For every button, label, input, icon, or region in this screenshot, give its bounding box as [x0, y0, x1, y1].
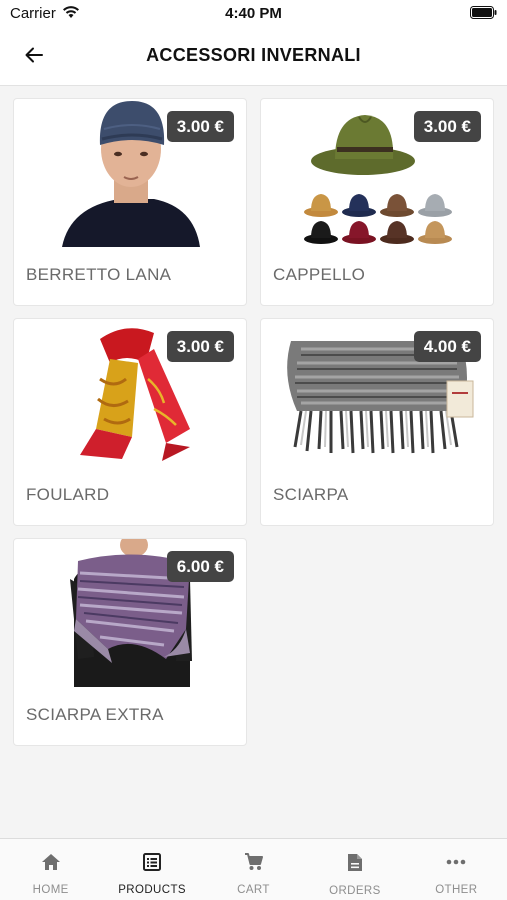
bottom-tab-bar: HOME PRODUCTS CART ORDERS OTHER [0, 838, 507, 900]
price-badge: 3.00 € [166, 331, 234, 362]
price-badge: 6.00 € [166, 551, 234, 582]
status-bar: Carrier 4:40 PM [0, 0, 507, 28]
tab-label: PRODUCTS [118, 884, 186, 896]
cart-icon [244, 853, 264, 876]
product-name: BERRETTO LANA [26, 265, 172, 284]
product-card[interactable]: 3.00 € BERRETTO LANA [13, 98, 247, 306]
product-name: SCIARPA [273, 485, 349, 504]
list-icon [143, 853, 162, 876]
page-title: ACCESSORI INVERNALI [146, 45, 361, 65]
product-name: CAPPELLO [273, 265, 366, 284]
home-icon [41, 853, 61, 876]
tab-home[interactable]: HOME [0, 839, 101, 900]
tab-label: ORDERS [329, 885, 381, 897]
product-name: FOULARD [26, 485, 110, 504]
tab-orders[interactable]: ORDERS [304, 839, 405, 900]
product-card[interactable]: 3.00 € FOULARD [13, 318, 247, 526]
tab-label: HOME [32, 884, 69, 896]
more-icon [446, 853, 466, 876]
app-header: ACCESSORI INVERNALI [0, 28, 507, 86]
tab-label: CART [237, 884, 270, 896]
tab-products[interactable]: PRODUCTS [101, 839, 202, 900]
product-card[interactable]: 6.00 € SCIARPA EXTRA [13, 538, 247, 746]
price-badge: 3.00 € [166, 111, 234, 142]
product-name: SCIARPA EXTRA [26, 705, 164, 724]
document-icon [347, 853, 363, 877]
clock: 4:40 PM [225, 5, 282, 22]
product-card[interactable]: 4.00 € SCIARPA [260, 318, 494, 526]
tab-other[interactable]: OTHER [406, 839, 507, 900]
tab-label: OTHER [435, 884, 478, 896]
tab-cart[interactable]: CART [203, 839, 304, 900]
price-badge: 3.00 € [413, 111, 481, 142]
product-card[interactable]: 3.00 € CAPPELLO [260, 98, 494, 306]
price-badge: 4.00 € [413, 331, 481, 362]
battery-icon [470, 6, 497, 24]
